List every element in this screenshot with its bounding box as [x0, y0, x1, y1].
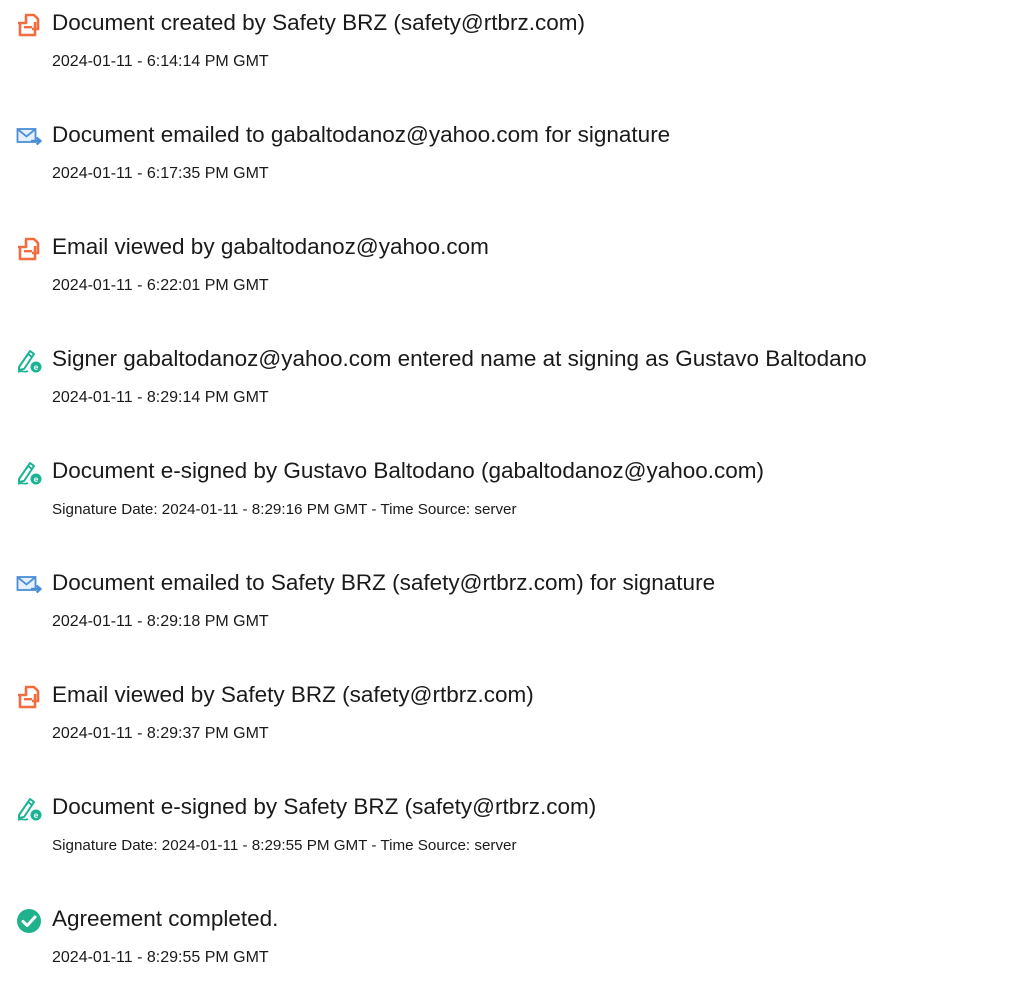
event-timestamp: 2024-01-11 - 6:14:14 PM GMT [52, 53, 269, 70]
event-title: Document e-signed by Safety BRZ (safety@… [52, 794, 597, 819]
svg-text:e: e [34, 474, 39, 484]
event-title: Email viewed by Safety BRZ (safety@rtbrz… [52, 682, 534, 707]
event-title: Document emailed to gabaltodanoz@yahoo.c… [52, 122, 671, 147]
event-timestamp: 2024-01-11 - 8:29:37 PM GMT [52, 725, 269, 742]
svg-text:e: e [34, 362, 39, 372]
event-signature-date: Signature Date: 2024-01-11 - 8:29:16 PM … [52, 501, 517, 518]
checkmark-circle-icon [16, 908, 42, 934]
event-timestamp: 2024-01-11 - 6:17:35 PM GMT [52, 165, 269, 182]
document-viewed-icon [16, 684, 42, 710]
signature-pen-icon: e [16, 348, 42, 374]
document-created-icon [16, 12, 42, 38]
event-timestamp: 2024-01-11 - 8:29:18 PM GMT [52, 613, 269, 630]
signature-pen-icon: e [16, 460, 42, 486]
event-timestamp: 2024-01-11 - 8:29:14 PM GMT [52, 389, 269, 406]
email-sent-icon [16, 572, 42, 598]
event-timestamp: 2024-01-11 - 6:22:01 PM GMT [52, 277, 269, 294]
audit-event-e-signed: e Document e-signed by Gustavo Baltodano… [0, 448, 1015, 528]
event-title: Document e-signed by Gustavo Baltodano (… [52, 458, 765, 483]
audit-event-email-viewed: Email viewed by gabaltodanoz@yahoo.com 2… [0, 224, 1015, 304]
audit-event-name-entered: e Signer gabaltodanoz@yahoo.com entered … [0, 336, 1015, 416]
event-timestamp: 2024-01-11 - 8:29:55 PM GMT [52, 949, 269, 966]
event-signature-date: Signature Date: 2024-01-11 - 8:29:55 PM … [52, 837, 517, 854]
audit-event-emailed: Document emailed to Safety BRZ (safety@r… [0, 560, 1015, 640]
event-title: Agreement completed. [52, 906, 279, 931]
event-title: Document emailed to Safety BRZ (safety@r… [52, 570, 716, 595]
document-viewed-icon [16, 236, 42, 262]
audit-event-e-signed: e Document e-signed by Safety BRZ (safet… [0, 784, 1015, 864]
audit-event-agreement-completed: Agreement completed. 2024-01-11 - 8:29:5… [0, 896, 1015, 976]
audit-event-document-created: Document created by Safety BRZ (safety@r… [0, 0, 1015, 80]
svg-text:e: e [34, 810, 39, 820]
event-title: Document created by Safety BRZ (safety@r… [52, 10, 586, 35]
signature-pen-icon: e [16, 796, 42, 822]
event-title: Signer gabaltodanoz@yahoo.com entered na… [52, 346, 867, 371]
audit-event-emailed: Document emailed to gabaltodanoz@yahoo.c… [0, 112, 1015, 192]
email-sent-icon [16, 124, 42, 150]
audit-event-email-viewed: Email viewed by Safety BRZ (safety@rtbrz… [0, 672, 1015, 752]
event-title: Email viewed by gabaltodanoz@yahoo.com [52, 234, 489, 259]
